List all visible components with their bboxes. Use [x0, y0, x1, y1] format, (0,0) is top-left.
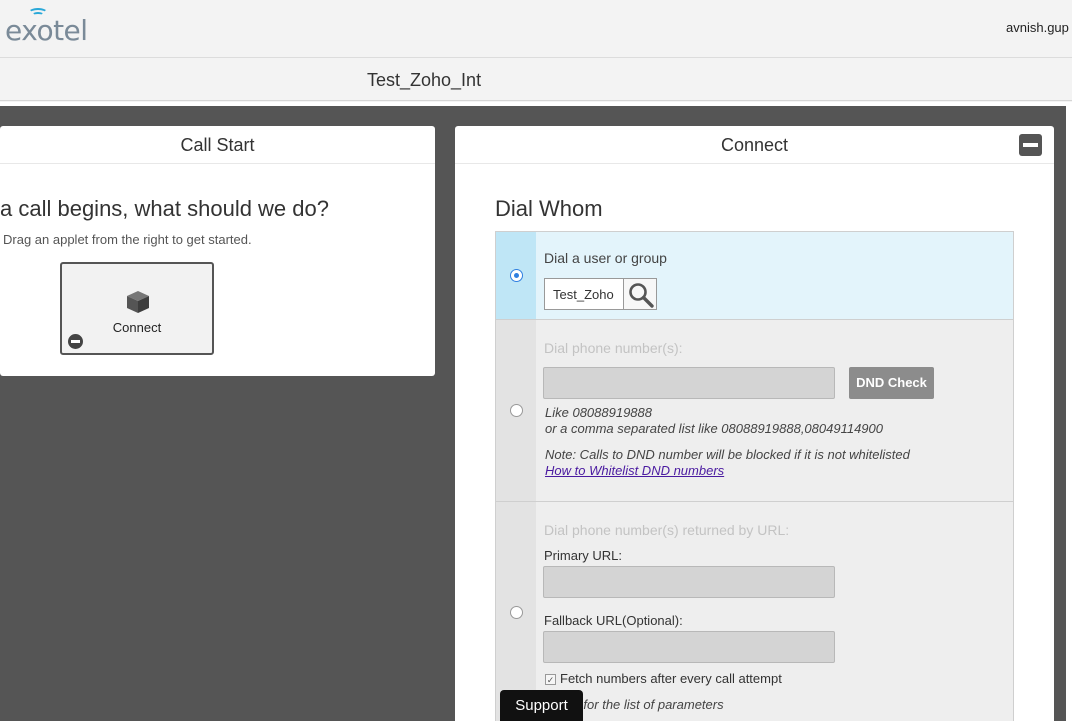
phone-example: Like 08088919888: [545, 405, 652, 420]
phone-numbers-input[interactable]: [543, 367, 835, 399]
fallback-url-input[interactable]: [543, 631, 835, 663]
applet-label: Connect: [112, 320, 162, 335]
remove-applet-icon[interactable]: [68, 334, 83, 349]
primary-url-label: Primary URL:: [544, 548, 623, 563]
call-start-title: Call Start: [0, 126, 435, 164]
call-start-panel: Call Start a call begins, what should we…: [0, 126, 435, 376]
fallback-url-label: Fallback URL(Optional):: [544, 613, 683, 628]
option-rail: [496, 232, 536, 319]
radio-dial-url[interactable]: [510, 606, 523, 619]
search-icon: [629, 283, 654, 308]
radio-dial-phone[interactable]: [510, 404, 523, 417]
user-menu[interactable]: avnish.gup: [1006, 20, 1072, 35]
connect-applet[interactable]: Connect: [60, 262, 214, 355]
call-start-hint: Drag an applet from the right to get sta…: [3, 232, 252, 247]
call-start-question: a call begins, what should we do?: [0, 196, 329, 221]
search-button[interactable]: [623, 278, 657, 310]
dnd-check-button[interactable]: DND Check: [849, 367, 934, 399]
dial-user-label: Dial a user or group: [544, 250, 667, 266]
params-text: for the list of parameters: [583, 697, 724, 712]
phone-list-example: or a comma separated list like 080889198…: [545, 421, 883, 436]
top-bar: exotel avnish.gup: [0, 0, 1072, 58]
cube-icon: [127, 291, 149, 313]
option-rail: [496, 502, 536, 721]
option-dial-phone[interactable]: Dial phone number(s): DND Check Like 080…: [496, 320, 1013, 502]
dial-url-label: Dial phone number(s) returned by URL:: [544, 522, 790, 538]
logo-text: exotel: [5, 14, 88, 47]
support-button[interactable]: Support: [500, 690, 583, 721]
dial-phone-label: Dial phone number(s):: [544, 340, 683, 356]
dial-whom-title: Dial Whom: [495, 196, 603, 221]
option-rail: [496, 320, 536, 501]
flow-title-bar: Test_Zoho_Int: [0, 58, 1072, 101]
option-dial-url[interactable]: Dial phone number(s) returned by URL: Pr…: [496, 502, 1013, 721]
whitelist-dnd-link[interactable]: How to Whitelist DND numbers: [545, 463, 724, 478]
connect-title: Connect: [455, 126, 1054, 164]
option-dial-user[interactable]: Dial a user or group Test_Zoho: [496, 232, 1013, 320]
connect-panel: Connect Dial Whom Dial a user or group T…: [455, 126, 1054, 721]
flow-title[interactable]: Test_Zoho_Int: [367, 70, 481, 91]
user-group-field[interactable]: Test_Zoho: [544, 278, 624, 310]
collapse-button[interactable]: [1019, 134, 1042, 156]
radio-dial-user[interactable]: [510, 269, 523, 282]
exotel-logo[interactable]: exotel: [5, 6, 95, 50]
fetch-numbers-label: Fetch numbers after every call attempt: [560, 671, 782, 686]
fetch-numbers-checkbox[interactable]: ✓: [545, 674, 556, 685]
primary-url-input[interactable]: [543, 566, 835, 598]
dnd-note: Note: Calls to DND number will be blocke…: [545, 447, 910, 462]
dial-options: Dial a user or group Test_Zoho Dial phon…: [495, 231, 1014, 721]
